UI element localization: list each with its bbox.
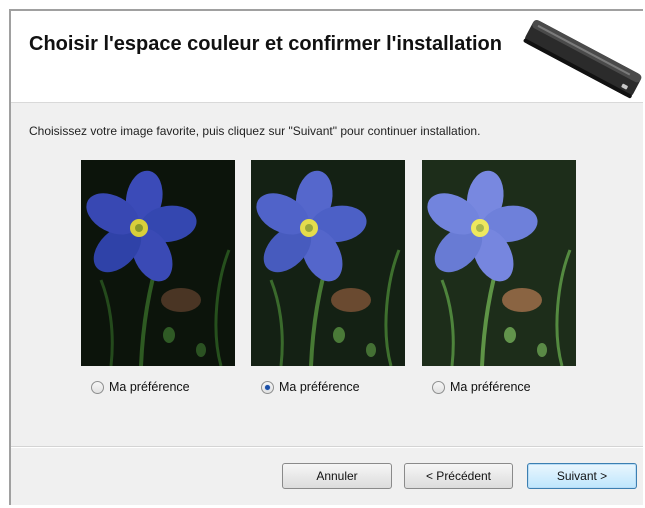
page-title: Choisir l'espace couleur et confirmer l'… — [29, 33, 502, 55]
option-label: Ma préférence — [450, 380, 531, 394]
option-label: Ma préférence — [279, 380, 360, 394]
previous-button[interactable]: < Précédent — [404, 463, 513, 489]
option-1[interactable]: Ma préférence — [91, 380, 190, 394]
scanner-image — [523, 19, 642, 99]
radio-button[interactable] — [91, 380, 104, 394]
header-panel: Choisir l'espace couleur et confirmer l'… — [11, 11, 643, 103]
option-3[interactable]: Ma préférence — [432, 380, 531, 394]
color-space-image-2[interactable] — [251, 160, 405, 366]
next-button[interactable]: Suivant > — [527, 463, 637, 489]
radio-button-selected[interactable] — [261, 380, 274, 394]
instruction-text: Choisissez votre image favorite, puis cl… — [29, 124, 481, 138]
color-space-image-1[interactable] — [81, 160, 235, 366]
installer-dialog: Choisir l'espace couleur et confirmer l'… — [9, 9, 643, 505]
option-2[interactable]: Ma préférence — [261, 380, 360, 394]
cancel-button[interactable]: Annuler — [282, 463, 392, 489]
option-label: Ma préférence — [109, 380, 190, 394]
radio-button[interactable] — [432, 380, 445, 394]
color-space-image-3[interactable] — [422, 160, 576, 366]
footer-divider — [11, 446, 643, 448]
